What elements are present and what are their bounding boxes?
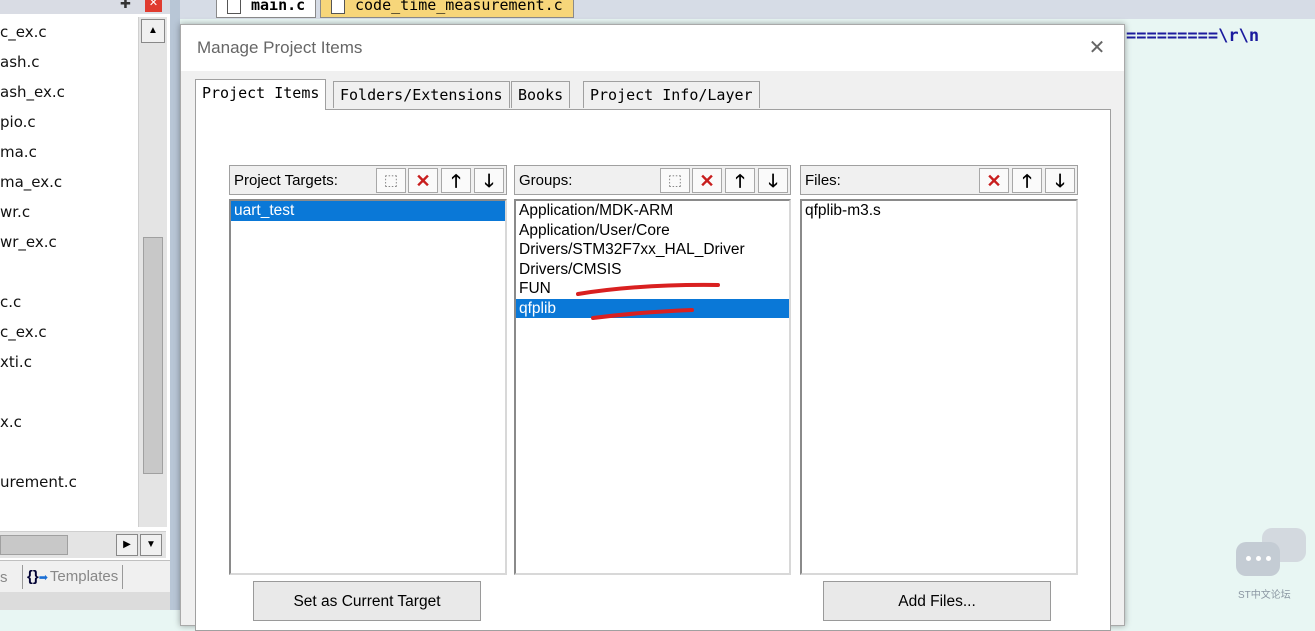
tree-item-file[interactable]: ma_ex.c xyxy=(0,167,140,197)
tree-item-file[interactable]: ash.c xyxy=(0,47,140,77)
files-panel: Files: ✕ 🡑 🡓 qfplib-m3.s xyxy=(800,165,1078,575)
dialog-title: Manage Project Items xyxy=(197,38,363,57)
templates-icon: {} xyxy=(27,568,39,585)
project-targets-header: Project Targets: ⬚ ✕ 🡑 🡓 xyxy=(229,165,507,195)
tree-item-file[interactable] xyxy=(0,377,140,407)
groups-header: Groups: ⬚ ✕ 🡑 🡓 xyxy=(514,165,791,195)
groups-label: Groups: xyxy=(519,172,573,189)
file-list-item[interactable]: qfplib-m3.s xyxy=(802,201,1076,221)
code-editor[interactable]: =========\r\n xyxy=(1122,24,1315,610)
delete-file-icon[interactable]: ✕ xyxy=(979,168,1009,193)
delete-group-icon[interactable]: ✕ xyxy=(692,168,722,193)
tab-label: code_time_measurement.c xyxy=(355,0,563,14)
tab-books[interactable]: Books xyxy=(511,81,571,108)
files-header: Files: ✕ 🡑 🡓 xyxy=(800,165,1078,195)
editor-tab-bar: main.c code_time_measurement.c xyxy=(180,0,1315,19)
close-icon[interactable]: ✕ xyxy=(1081,33,1113,63)
target-list-item[interactable]: uart_test xyxy=(231,201,505,221)
tab-templates-label: Templates xyxy=(49,568,119,585)
new-target-icon[interactable]: ⬚ xyxy=(376,168,406,193)
project-panel-titlebar: ✚ ✕ xyxy=(0,0,170,14)
new-group-icon[interactable]: ⬚ xyxy=(660,168,690,193)
tree-item-file[interactable] xyxy=(0,257,140,287)
tab-label: main.c xyxy=(251,0,306,14)
move-down-icon[interactable]: 🡓 xyxy=(474,168,504,193)
group-list-item[interactable]: Application/MDK-ARM xyxy=(516,201,789,221)
tree-item-file[interactable]: urement.c xyxy=(0,467,140,497)
files-list[interactable]: qfplib-m3.s xyxy=(800,199,1078,575)
close-icon[interactable]: ✕ xyxy=(145,0,162,12)
tab-folders-extensions[interactable]: Folders/Extensions xyxy=(333,81,510,108)
chat-bubble-icon xyxy=(1236,542,1280,576)
tree-item-file[interactable]: ash_ex.c xyxy=(0,77,140,107)
groups-panel: Groups: ⬚ ✕ 🡑 🡓 Application/MDK-ARM Appli… xyxy=(514,165,791,575)
tree-item-file[interactable]: pio.c xyxy=(0,107,140,137)
tree-item-file[interactable]: ma.c xyxy=(0,137,140,167)
group-list-item[interactable]: qfplib xyxy=(516,298,789,318)
dialog-titlebar: Manage Project Items ✕ xyxy=(181,25,1124,71)
project-file-tree: c_ex.c ash.c ash_ex.c pio.c ma.c ma_ex.c wr.c w… xyxy=(0,17,140,497)
project-targets-label: Project Targets: xyxy=(234,172,338,189)
vertical-scrollbar[interactable]: ▲ xyxy=(138,17,167,527)
tree-item-file[interactable]: wr_ex.c xyxy=(0,227,140,257)
scroll-down-arrow-icon[interactable]: ▼ xyxy=(140,534,162,556)
editor-gutter xyxy=(170,0,180,610)
project-bottom-tabs: s {}➡ Templates xyxy=(0,560,170,593)
pin-icon[interactable]: ✚ xyxy=(120,0,131,12)
scrollbar-thumb[interactable] xyxy=(0,535,68,555)
file-icon xyxy=(227,0,241,14)
scroll-up-arrow-icon[interactable]: ▲ xyxy=(141,19,165,43)
tab-books[interactable]: s xyxy=(0,569,8,586)
set-as-current-target-button[interactable]: Set as Current Target xyxy=(253,581,481,621)
move-down-icon[interactable]: 🡓 xyxy=(1045,168,1075,193)
file-icon xyxy=(331,0,345,14)
project-targets-list[interactable]: uart_test xyxy=(229,199,507,575)
tab-main-c[interactable]: main.c xyxy=(216,0,317,18)
move-down-icon[interactable]: 🡓 xyxy=(758,168,788,193)
scroll-right-arrow-icon[interactable]: ▶ xyxy=(116,534,138,556)
group-list-item[interactable]: Drivers/STM32F7xx_HAL_Driver xyxy=(516,240,789,260)
code-line: =========\r\n xyxy=(1126,26,1260,46)
watermark-text: ST中文论坛 xyxy=(1238,590,1291,601)
move-up-icon[interactable]: 🡑 xyxy=(725,168,755,193)
tree-item-file[interactable] xyxy=(0,437,140,467)
groups-list[interactable]: Application/MDK-ARM Application/User/Core… xyxy=(514,199,791,575)
group-list-item[interactable]: Drivers/CMSIS xyxy=(516,260,789,280)
tab-templates[interactable]: {}➡ Templates xyxy=(22,565,124,589)
tab-project-info-layer[interactable]: Project Info/Layer xyxy=(583,81,760,108)
project-targets-panel: Project Targets: ⬚ ✕ 🡑 🡓 uart_test xyxy=(229,165,507,575)
tab-code-time-measurement-c[interactable]: code_time_measurement.c xyxy=(320,0,574,18)
files-label: Files: xyxy=(805,172,841,189)
move-up-icon[interactable]: 🡑 xyxy=(1012,168,1042,193)
manage-project-items-dialog: Manage Project Items ✕ Project Items Fol… xyxy=(180,24,1125,631)
tab-project-items[interactable]: Project Items xyxy=(195,79,327,110)
group-list-item[interactable]: FUN xyxy=(516,279,789,299)
forum-watermark-logo: ST中文论坛 xyxy=(1232,526,1312,606)
tree-item-file[interactable]: c.c xyxy=(0,287,140,317)
status-strip xyxy=(0,592,170,610)
tree-item-file[interactable]: c_ex.c xyxy=(0,317,140,347)
project-tree-panel: ✚ ✕ c_ex.c ash.c ash_ex.c pio.c ma.c ma_ex.c w… xyxy=(0,0,170,610)
group-list-item[interactable]: Application/User/Core xyxy=(516,221,789,241)
delete-target-icon[interactable]: ✕ xyxy=(408,168,438,193)
tree-item-file[interactable]: wr.c xyxy=(0,197,140,227)
move-up-icon[interactable]: 🡑 xyxy=(441,168,471,193)
horizontal-scrollbar[interactable]: ▶ ▼ xyxy=(0,531,166,558)
arrow-icon: ➡ xyxy=(38,572,48,584)
scrollbar-thumb[interactable] xyxy=(143,237,163,474)
tree-item-file[interactable]: xti.c xyxy=(0,347,140,377)
tree-item-file[interactable]: x.c xyxy=(0,407,140,437)
add-files-button[interactable]: Add Files... xyxy=(823,581,1051,621)
tree-item-file[interactable]: c_ex.c xyxy=(0,17,140,47)
